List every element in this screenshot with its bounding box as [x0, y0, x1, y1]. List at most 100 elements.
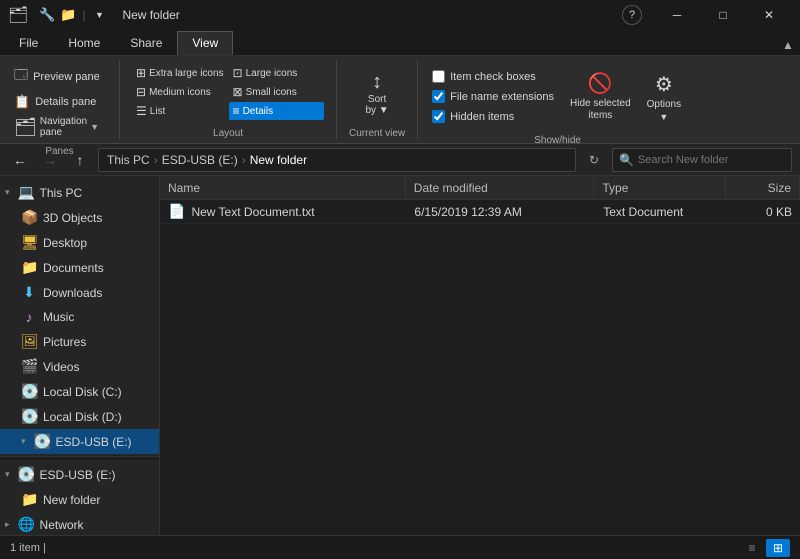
small-label: Small icons: [246, 87, 297, 98]
sidebar-item-documents[interactable]: 📁 Documents: [0, 255, 159, 280]
back-button[interactable]: ←: [8, 148, 32, 172]
help-button[interactable]: ?: [622, 5, 642, 25]
this-pc-expand-icon: ▾: [5, 187, 10, 198]
view-toggle-buttons: ≡ ⊞: [740, 539, 790, 557]
large-icons-view-button[interactable]: ⊞: [766, 539, 790, 557]
sidebar-item-3d-objects[interactable]: 📦 3D Objects: [0, 205, 159, 230]
nav-pane-icon: 🗂: [14, 117, 37, 138]
layout-extra-large-icons[interactable]: ⊞ Extra large icons: [132, 64, 228, 82]
network-icon: 🌐: [18, 516, 34, 533]
item-check-boxes-option[interactable]: Item check boxes: [432, 68, 554, 85]
sidebar-item-pictures[interactable]: 🖼 Pictures: [0, 329, 159, 354]
qa-dropdown-button[interactable]: ▼: [90, 6, 108, 24]
item-check-boxes-checkbox[interactable]: [432, 70, 445, 83]
file-name-extensions-option[interactable]: File name extensions: [432, 88, 554, 105]
file-name-extensions-label: File name extensions: [450, 91, 554, 103]
list-label: List: [150, 106, 166, 117]
sidebar-item-music[interactable]: ♪ Music: [0, 305, 159, 329]
sort-by-button[interactable]: ↕ Sort by ▼: [347, 67, 407, 120]
file-date-cell: 6/15/2019 12:39 AM: [406, 200, 595, 223]
network-expand-icon: ▸: [5, 519, 10, 530]
collapse-ribbon-button[interactable]: ▲: [776, 35, 800, 55]
preview-pane-button[interactable]: 🗔 Preview pane: [10, 64, 104, 90]
column-type-label: Type: [602, 181, 628, 195]
sidebar-separator: [0, 456, 159, 460]
preview-pane-icon: 🗔: [14, 66, 28, 88]
sidebar-item-new-folder[interactable]: 📁 New folder: [0, 487, 159, 512]
up-button[interactable]: ↑: [68, 148, 92, 172]
layout-small-icons[interactable]: ⊠ Small icons: [229, 83, 325, 101]
file-list-header: Name Date modified Type Size: [160, 176, 800, 200]
options-button[interactable]: ⚙ Options ▼: [641, 68, 687, 126]
file-icon: 📄: [168, 203, 185, 220]
window-title: New folder: [122, 8, 179, 22]
extra-large-label: Extra large icons: [149, 68, 223, 79]
qa-new-folder-button[interactable]: 📁: [59, 6, 77, 24]
pictures-icon: 🖼: [21, 333, 37, 350]
ribbon-group-sort: ↕ Sort by ▼ Current view: [337, 60, 418, 139]
breadcrumb-pc[interactable]: This PC: [107, 153, 150, 167]
hidden-items-checkbox[interactable]: [432, 110, 445, 123]
preview-pane-label: Preview pane: [33, 71, 100, 83]
details-pane-button[interactable]: 📋 Details pane: [10, 92, 100, 112]
large-label: Large icons: [246, 68, 298, 79]
sidebar-item-local-disk-c[interactable]: 💽 Local Disk (C:): [0, 379, 159, 404]
file-name-extensions-checkbox[interactable]: [432, 90, 445, 103]
details-view-button[interactable]: ≡: [740, 539, 764, 557]
column-type-header[interactable]: Type: [594, 176, 725, 199]
local-disk-c-icon: 💽: [21, 383, 37, 400]
qa-properties-button[interactable]: 🔧: [38, 6, 56, 24]
table-row[interactable]: 📄 New Text Document.txt 6/15/2019 12:39 …: [160, 200, 800, 224]
esd-usb2-expand-icon: ▾: [5, 469, 10, 480]
layout-large-icons[interactable]: ⊡ Large icons: [229, 64, 325, 82]
tab-share[interactable]: Share: [115, 31, 177, 55]
navigation-pane-button[interactable]: 🗂 Navigation pane ▼: [10, 114, 103, 140]
nav-pane-dropdown-arrow[interactable]: ▼: [90, 122, 99, 132]
breadcrumb-current[interactable]: New folder: [250, 153, 307, 167]
new-folder-label: New folder: [43, 493, 100, 507]
layout-list[interactable]: ☰ List: [132, 102, 228, 120]
status-item-count: 1 item |: [10, 542, 46, 554]
maximize-button[interactable]: □: [700, 0, 746, 30]
3d-objects-icon: 📦: [21, 209, 37, 226]
local-disk-d-icon: 💽: [21, 408, 37, 425]
hidden-items-option[interactable]: Hidden items: [432, 108, 554, 125]
layout-options: ⊞ Extra large icons ⊡ Large icons ⊟ Medi…: [130, 62, 326, 122]
options-arrow: ▼: [659, 112, 668, 122]
details-pane-label: Details pane: [35, 96, 96, 108]
column-name-header[interactable]: Name: [160, 176, 406, 199]
music-label: Music: [43, 310, 74, 324]
layout-medium-icons[interactable]: ⊟ Medium icons: [132, 83, 228, 101]
column-date-header[interactable]: Date modified: [406, 176, 595, 199]
sidebar-section-esd-usb[interactable]: ▾ 💽 ESD-USB (E:): [0, 462, 159, 487]
desktop-label: Desktop: [43, 236, 87, 250]
main-content: ▾ 💻 This PC 📦 3D Objects 🖥 Desktop 📁 Doc…: [0, 176, 800, 535]
search-input[interactable]: [638, 154, 785, 166]
esd-usb2-label: ESD-USB (E:): [40, 468, 116, 482]
layout-details[interactable]: ≡ Details: [229, 102, 325, 120]
documents-icon: 📁: [21, 259, 37, 276]
sidebar-item-downloads[interactable]: ⬇ Downloads: [0, 280, 159, 305]
column-size-label: Size: [768, 181, 791, 195]
sidebar-item-esd-usb-e[interactable]: ▾ 💽 ESD-USB (E:): [0, 429, 159, 454]
hide-selected-button[interactable]: 🚫 Hide selecteditems: [564, 67, 637, 126]
sidebar-item-desktop[interactable]: 🖥 Desktop: [0, 230, 159, 255]
column-size-header[interactable]: Size: [726, 176, 800, 199]
tab-file[interactable]: File: [4, 31, 53, 55]
refresh-button[interactable]: ↻: [582, 148, 606, 172]
sidebar-item-network[interactable]: ▸ 🌐 Network: [0, 512, 159, 535]
close-button[interactable]: ✕: [746, 0, 792, 30]
address-bar: ← → ↑ This PC › ESD-USB (E:) › New folde…: [0, 144, 800, 176]
tab-view[interactable]: View: [177, 31, 233, 55]
item-check-boxes-label: Item check boxes: [450, 71, 536, 83]
breadcrumb-esd[interactable]: ESD-USB (E:): [162, 153, 238, 167]
tab-home[interactable]: Home: [53, 31, 115, 55]
minimize-button[interactable]: ─: [654, 0, 700, 30]
column-name-label: Name: [168, 181, 200, 195]
sidebar-item-this-pc[interactable]: ▾ 💻 This PC: [0, 180, 159, 205]
file-date: 6/15/2019 12:39 AM: [414, 205, 521, 219]
sidebar-item-videos[interactable]: 🎬 Videos: [0, 354, 159, 379]
forward-button[interactable]: →: [38, 148, 62, 172]
sidebar-item-local-disk-d[interactable]: 💽 Local Disk (D:): [0, 404, 159, 429]
3d-objects-label: 3D Objects: [43, 211, 102, 225]
